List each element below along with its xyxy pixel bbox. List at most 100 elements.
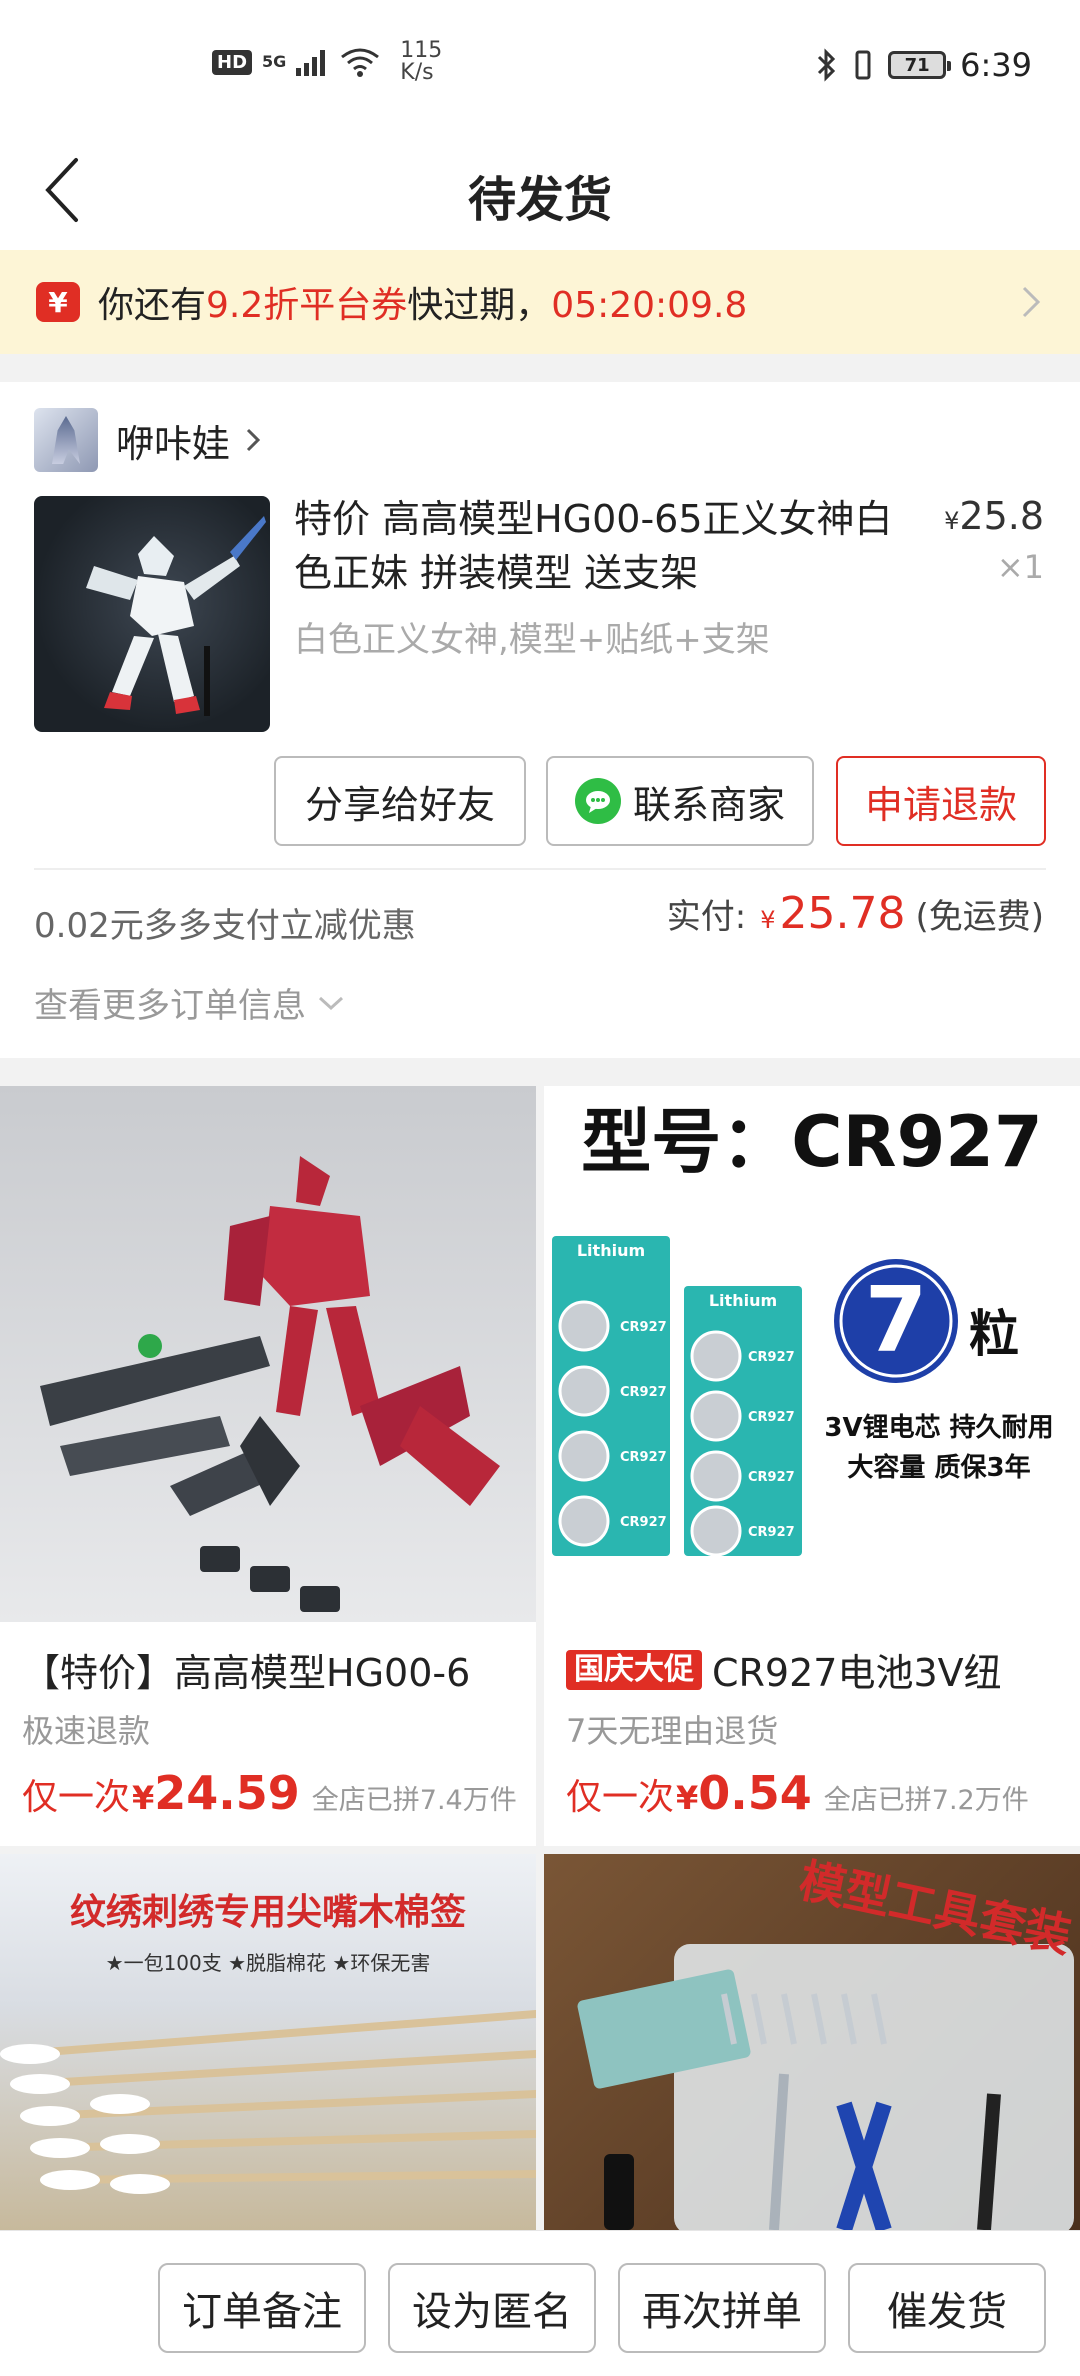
gundam-figure-image	[86, 516, 266, 716]
pack-unit-text: 粒	[969, 1305, 1019, 1363]
red-gundam-kit-image	[40, 1156, 500, 1612]
cell-model-text: CR927	[748, 1525, 795, 1540]
product-image[interactable]	[34, 496, 270, 732]
store-name: 咿咔娃	[116, 421, 231, 466]
product-quantity: ×1	[996, 548, 1044, 586]
cell-model-text: CR927	[620, 1450, 667, 1465]
chat-bubble-icon	[574, 778, 621, 824]
more-order-info-label: 查看更多订单信息	[34, 986, 306, 1026]
image-features: ★一包100支 ★脱脂棉花 ★环保无害	[106, 1951, 431, 1975]
status-left: HD 5G 115 K/s	[212, 40, 442, 84]
product-title[interactable]: 特价 高高模型HG00-65正义女神白色正妹 拼装模型 送支架	[294, 492, 904, 600]
wifi-icon	[341, 48, 380, 77]
recommendation-title: 国庆大促 CR927电池3V纽	[566, 1642, 1002, 1697]
battery-pack-image: 型号：CR927 Lithium Lithium CR927 CR927 CR9…	[552, 1101, 1054, 1557]
price-symbol: ¥	[132, 1779, 155, 1817]
recommendation-price: 仅一次 ¥ 0.54 全店已拼7.2万件	[566, 1766, 1029, 1820]
tool-kit-image: 模型工具套装	[577, 1854, 1076, 2230]
battery-icon: 71	[888, 51, 952, 79]
recommendation-title-text: 【特价】高高模型HG00-6	[22, 1651, 471, 1695]
order-card: 咿咔娃 特价 高高模型HG00-65正义女神白色正妹 拼装模型 送支架 白色正义…	[0, 382, 1080, 1058]
bottom-action-bar: 订单备注 设为匿名 再次拼单 催发货	[0, 2230, 1080, 2376]
refund-button[interactable]: 申请退款	[836, 756, 1046, 846]
network-speed: 115 K/s	[400, 40, 442, 84]
price-value: 0.54	[698, 1766, 812, 1820]
reorder-button[interactable]: 再次拼单	[618, 2263, 826, 2353]
more-order-info-toggle[interactable]: 查看更多订单信息	[34, 978, 346, 1027]
anonymous-button[interactable]: 设为匿名	[388, 2263, 596, 2353]
feature-line-1: 3V锂电芯 持久耐用	[824, 1413, 1053, 1443]
recommendation-card[interactable]: 型号：CR927 Lithium Lithium CR927 CR927 CR9…	[544, 1086, 1080, 1846]
order-note-button[interactable]: 订单备注	[158, 2263, 366, 2353]
product-price: ¥25.8	[944, 494, 1044, 538]
recommendation-title: 【特价】高高模型HG00-6	[22, 1642, 470, 1697]
shipping-note: (免运费)	[915, 897, 1044, 937]
cotton-swabs-image: 纹绣刺绣专用尖嘴木棉签 ★一包100支 ★脱脂棉花 ★环保无害	[0, 1892, 536, 2194]
coupon-expiry-banner[interactable]: ¥ 你还有9.2折平台券快过期，05:20:09.8	[0, 250, 1080, 354]
hd-indicator: HD	[212, 49, 253, 75]
cell-model-text: CR927	[748, 1470, 795, 1485]
speed-unit: K/s	[400, 60, 434, 85]
chevron-down-icon	[318, 996, 344, 1010]
recommendation-service: 7天无理由退货	[566, 1712, 779, 1750]
share-button[interactable]: 分享给好友	[274, 756, 526, 846]
cell-brand-text: Lithium	[709, 1291, 777, 1310]
coupon-text-after: 快过期，	[407, 285, 552, 326]
recommendation-service: 极速退款	[22, 1712, 151, 1750]
coupon-text: 你还有9.2折平台券快过期，05:20:09.8	[98, 276, 747, 328]
paid-total: 实付: ¥ 25.78 (免运费)	[667, 888, 1044, 939]
paid-label: 实付:	[666, 897, 747, 937]
price-value: 25.8	[959, 494, 1044, 538]
recommendation-price: 仅一次 ¥ 24.59 全店已拼7.4万件	[22, 1766, 517, 1820]
recommendation-card[interactable]: 模型工具套装	[544, 1854, 1080, 2230]
cell-model-text: CR927	[748, 1350, 795, 1365]
product-image: 型号：CR927 Lithium Lithium CR927 CR927 CR9…	[544, 1086, 1080, 1622]
price-prefix: 仅一次	[566, 1777, 675, 1818]
sold-count: 全店已拼7.4万件	[311, 1785, 517, 1816]
contact-seller-button[interactable]: 联系商家	[546, 756, 814, 846]
image-headline: 纹绣刺绣专用尖嘴木棉签	[70, 1892, 466, 1933]
promo-tag: 国庆大促	[566, 1649, 702, 1690]
coupon-text-before: 你还有	[98, 285, 207, 326]
urge-shipping-button[interactable]: 催发货	[848, 2263, 1046, 2353]
cell-model-text: CR927	[748, 1410, 795, 1425]
product-image: 模型工具套装	[544, 1854, 1080, 2230]
cell-signal-icon	[296, 50, 326, 76]
product-sku: 白色正义女神,模型+贴纸+支架	[294, 620, 770, 660]
status-right: 71 6:39	[816, 46, 1032, 84]
pack-count-text: 7	[865, 1268, 928, 1373]
status-bar: HD 5G 115 K/s 71 6:39	[0, 0, 1080, 130]
coupon-icon: ¥	[36, 282, 80, 322]
price-symbol: ¥	[944, 507, 960, 535]
page-title: 待发货	[467, 172, 612, 228]
recommendation-title-text: CR927电池3V纽	[712, 1651, 1002, 1695]
product-image: 纹绣刺绣专用尖嘴木棉签 ★一包100支 ★脱脂棉花 ★环保无害	[0, 1854, 536, 2230]
image-model-text: 型号：CR927	[581, 1101, 1042, 1183]
chevron-right-icon	[246, 428, 261, 452]
clock: 6:39	[960, 46, 1032, 84]
paid-symbol: ¥	[760, 906, 776, 934]
paid-amount: 25.78	[779, 888, 906, 939]
cell-model-text: CR927	[620, 1385, 667, 1400]
discount-note: 0.02元多多支付立减优惠	[34, 906, 416, 946]
nav-header: 待发货	[0, 130, 1080, 250]
chevron-right-icon	[1022, 286, 1041, 318]
coupon-highlight: 9.2折平台券	[206, 285, 408, 326]
battery-level: 71	[904, 54, 930, 76]
price-value: 24.59	[154, 1766, 300, 1820]
coupon-countdown: 05:20:09.8	[551, 285, 748, 326]
store-avatar	[34, 408, 98, 472]
contact-seller-label: 联系商家	[632, 782, 785, 827]
recommendation-card[interactable]: 纹绣刺绣专用尖嘴木棉签 ★一包100支 ★脱脂棉花 ★环保无害	[0, 1854, 536, 2230]
speed-value: 115	[400, 38, 443, 63]
bluetooth-icon	[818, 48, 836, 82]
vibrate-icon	[855, 50, 871, 80]
feature-line-2: 大容量 质保3年	[847, 1452, 1030, 1483]
store-row[interactable]: 咿咔娃	[34, 408, 264, 472]
product-image	[0, 1086, 536, 1622]
signal-5g: 5G	[262, 52, 287, 71]
cell-model-text: CR927	[620, 1320, 667, 1335]
divider	[34, 868, 1046, 870]
recommendation-card[interactable]: 【特价】高高模型HG00-6 极速退款 仅一次 ¥ 24.59 全店已拼7.4万…	[0, 1086, 536, 1846]
price-prefix: 仅一次	[22, 1777, 131, 1818]
